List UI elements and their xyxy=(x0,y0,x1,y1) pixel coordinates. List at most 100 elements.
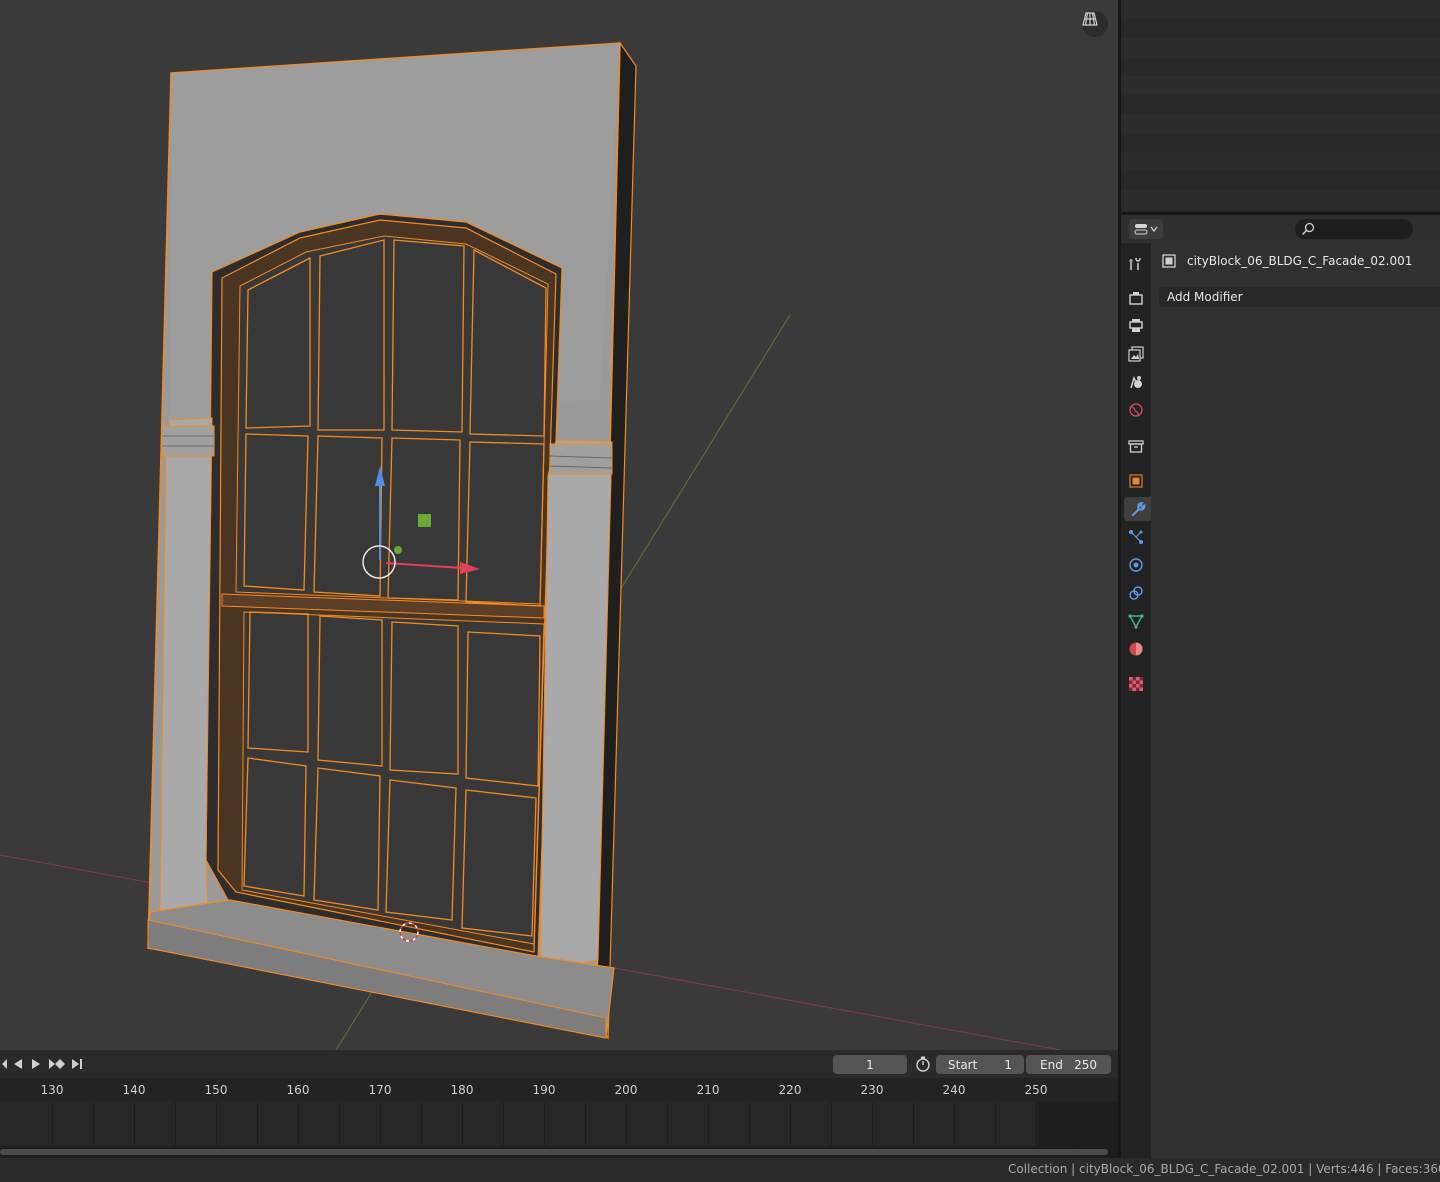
perspective-toggle-button[interactable] xyxy=(1082,11,1108,37)
tab-constraints[interactable] xyxy=(1124,581,1148,605)
grid-line xyxy=(380,1102,381,1146)
end-label: End xyxy=(1040,1057,1063,1072)
tick-label: 250 xyxy=(1024,1083,1048,1097)
tab-modifiers[interactable] xyxy=(1124,497,1151,521)
tick-label: 190 xyxy=(532,1083,556,1097)
tab-data[interactable] xyxy=(1124,609,1148,633)
tab-view-layer[interactable] xyxy=(1124,342,1148,366)
wrench-icon xyxy=(1131,501,1146,516)
play-reverse-button[interactable] xyxy=(11,1057,25,1071)
tick-label: 200 xyxy=(614,1083,638,1097)
tick-label: 160 xyxy=(286,1083,310,1097)
grid-line xyxy=(134,1102,135,1146)
properties-content: cityBlock_06_BLDG_C_Facade_02.001 Add Mo… xyxy=(1151,243,1440,1158)
tool-icon xyxy=(1129,257,1141,270)
current-frame-value: 1 xyxy=(866,1057,874,1072)
jump-start-button[interactable] xyxy=(0,1057,8,1071)
out-of-range-area xyxy=(1038,1102,1118,1146)
add-modifier-label: Add Modifier xyxy=(1167,290,1243,304)
status-bar: Collection | cityBlock_06_BLDG_C_Facade_… xyxy=(0,1158,1440,1182)
use-preview-range-button[interactable] xyxy=(915,1056,931,1072)
viewport-scene[interactable] xyxy=(0,0,1118,1050)
jump-to-start-icon xyxy=(2,1059,7,1069)
outliner-panel[interactable] xyxy=(1121,0,1440,212)
tick-label: 150 xyxy=(204,1083,228,1097)
grid-line xyxy=(257,1102,258,1146)
tab-texture[interactable] xyxy=(1124,672,1148,696)
grid-line xyxy=(954,1102,955,1146)
grid-line xyxy=(708,1102,709,1146)
jump-end-button[interactable] xyxy=(70,1057,84,1071)
constraints-icon xyxy=(1129,586,1143,600)
object-name-label: cityBlock_06_BLDG_C_Facade_02.001 xyxy=(1187,254,1413,268)
properties-tab-bar xyxy=(1121,243,1151,1158)
grid-line xyxy=(175,1102,176,1146)
jump-keyframe-button[interactable] xyxy=(48,1057,66,1071)
collection-icon xyxy=(1128,440,1144,453)
tab-output[interactable] xyxy=(1124,314,1148,338)
properties-search-input[interactable] xyxy=(1295,219,1413,239)
view-layer-icon xyxy=(1128,346,1144,362)
add-modifier-button[interactable]: Add Modifier xyxy=(1159,287,1440,307)
world-icon xyxy=(1129,403,1143,417)
3d-viewport[interactable] xyxy=(0,0,1118,1050)
grid-line xyxy=(216,1102,217,1146)
grid-line xyxy=(1036,1102,1037,1146)
tick-label: 220 xyxy=(778,1083,802,1097)
selected-object-facade[interactable] xyxy=(147,41,637,1040)
timeline-ruler[interactable]: 130 140 150 160 170 180 190 200 210 220 … xyxy=(0,1078,1118,1102)
output-icon xyxy=(1129,319,1143,332)
tab-render[interactable] xyxy=(1124,286,1148,310)
tick-label: 180 xyxy=(450,1083,474,1097)
end-frame-field[interactable]: End 250 xyxy=(1026,1055,1111,1074)
editor-type-button[interactable] xyxy=(1129,219,1163,239)
grid-line xyxy=(503,1102,504,1146)
grid-line xyxy=(913,1102,914,1146)
grid-icon xyxy=(1082,12,1098,26)
render-icon xyxy=(1129,292,1143,305)
scene-icon xyxy=(1130,375,1142,389)
tab-particles[interactable] xyxy=(1124,525,1148,549)
grid-line xyxy=(749,1102,750,1146)
grid-line xyxy=(667,1102,668,1146)
properties-header xyxy=(1121,215,1440,243)
mesh-data-icon xyxy=(1128,614,1144,629)
tab-physics[interactable] xyxy=(1124,553,1148,577)
object-icon xyxy=(1162,254,1176,268)
texture-icon xyxy=(1129,677,1143,691)
tick-label: 170 xyxy=(368,1083,392,1097)
grid-line xyxy=(544,1102,545,1146)
grid-line xyxy=(421,1102,422,1146)
tab-scene[interactable] xyxy=(1124,370,1148,394)
tab-object[interactable] xyxy=(1124,469,1148,493)
tick-label: 240 xyxy=(942,1083,966,1097)
current-frame-field[interactable]: 1 xyxy=(833,1055,907,1074)
chevron-down-icon xyxy=(1150,226,1158,232)
tick-label: 130 xyxy=(40,1083,64,1097)
physics-icon xyxy=(1129,558,1143,572)
grid-line xyxy=(831,1102,832,1146)
jump-to-end-icon xyxy=(72,1059,82,1069)
play-button[interactable] xyxy=(29,1057,43,1071)
tab-collection[interactable] xyxy=(1124,434,1148,458)
end-value: 250 xyxy=(1074,1057,1097,1072)
timeline-body[interactable] xyxy=(0,1102,1118,1146)
search-icon xyxy=(1301,222,1315,236)
grid-line xyxy=(52,1102,53,1146)
grid-line xyxy=(790,1102,791,1146)
start-frame-field[interactable]: Start 1 xyxy=(936,1055,1024,1074)
scrollbar-thumb[interactable] xyxy=(0,1149,1108,1155)
status-bar-stats: Collection | cityBlock_06_BLDG_C_Facade_… xyxy=(1008,1162,1440,1176)
tab-tool[interactable] xyxy=(1124,252,1148,276)
grid-line xyxy=(93,1102,94,1146)
tab-material[interactable] xyxy=(1124,637,1148,661)
grid-line xyxy=(462,1102,463,1146)
grid-line xyxy=(339,1102,340,1146)
next-keyframe-icon xyxy=(49,1059,65,1069)
play-icon xyxy=(32,1059,40,1069)
tick-label: 140 xyxy=(122,1083,146,1097)
tick-label: 210 xyxy=(696,1083,720,1097)
object-name-row: cityBlock_06_BLDG_C_Facade_02.001 xyxy=(1161,251,1412,271)
tab-world[interactable] xyxy=(1124,398,1148,422)
timeline-scrollbar[interactable] xyxy=(0,1146,1118,1158)
